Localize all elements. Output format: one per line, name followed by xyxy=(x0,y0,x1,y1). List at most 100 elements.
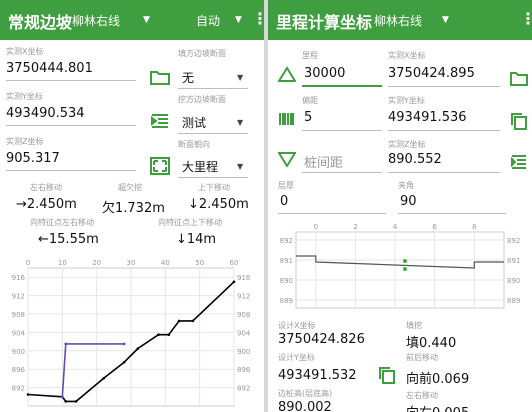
series-point xyxy=(122,342,126,346)
y-tick-label-right: 892 xyxy=(237,385,250,393)
dx-value: 3750424.826 xyxy=(278,332,365,347)
copy-icon[interactable] xyxy=(378,366,396,384)
offset-input[interactable]: 5 xyxy=(304,110,312,125)
y-tick-label-left: 900 xyxy=(12,348,25,356)
cut-section-label: 挖方边坡断面 xyxy=(178,95,226,104)
move-label: 前后移动 xyxy=(406,353,438,362)
my-value: 493491.536 xyxy=(388,110,467,125)
ud-move-label: 上下移动 xyxy=(198,183,230,192)
x-tick-label: 60 xyxy=(230,259,239,267)
list-indent-icon[interactable] xyxy=(150,113,170,129)
more-menu-icon[interactable]: ⋮ xyxy=(520,9,532,28)
overcut-value: 欠1.732m xyxy=(102,201,165,216)
layer-label: 层厚 xyxy=(278,181,294,190)
fill-section-select[interactable]: 无 xyxy=(182,69,194,86)
y-tick-label-right: 890 xyxy=(507,277,520,285)
y-tick-label-left: 892 xyxy=(12,385,25,393)
y-tick-label-left: 908 xyxy=(12,311,25,319)
edge-label: 边桩高(层底高) xyxy=(278,389,333,398)
z-input[interactable]: 905.317 xyxy=(6,151,60,166)
series-line-1 xyxy=(296,255,504,269)
x-tick-label: 40 xyxy=(161,259,170,267)
x-tick-label: 0 xyxy=(314,223,318,231)
route-dropdown-icon[interactable]: ▼ xyxy=(442,15,449,25)
x-underline xyxy=(6,80,136,81)
chainage-panel: 里程计算坐标 柳林右线 ▼ ⋮ 里程 30000 偏距 5 桩间距 实测X坐标 … xyxy=(268,0,532,412)
dy-label: 设计Y坐标 xyxy=(278,353,315,362)
copy-icon[interactable] xyxy=(510,112,528,130)
series-point xyxy=(191,319,195,323)
section-chart-svg: 0 2 4 6 8 892 892 891 891 890 890 889 889 xyxy=(280,223,520,309)
mode-dropdown-icon[interactable]: ▼ xyxy=(235,15,242,25)
direction-select[interactable]: 大里程 xyxy=(182,158,218,175)
y-tick-label-right: 892 xyxy=(507,237,520,245)
mz-value: 890.552 xyxy=(388,152,442,167)
slope-chart: 0 10 20 30 40 50 60 916 916 912 912 908 908 904 904 900… xyxy=(0,258,264,412)
chainage-input[interactable]: 30000 xyxy=(304,66,345,81)
chainage-underline xyxy=(302,85,382,87)
x-tick-label: 50 xyxy=(195,259,204,267)
fill-section-label: 填方边坡断面 xyxy=(178,49,226,58)
list-indent-icon[interactable] xyxy=(510,154,528,170)
layer-input[interactable]: 0 xyxy=(280,194,288,209)
triangle-down-icon[interactable] xyxy=(278,151,296,167)
mode-select[interactable]: 自动 xyxy=(196,12,220,29)
z-label: 实测Z坐标 xyxy=(6,137,44,146)
angle-underline xyxy=(398,213,506,214)
y-tick-label-left: 889 xyxy=(280,297,293,305)
x-tick-label: 0 xyxy=(26,259,30,267)
route-dropdown-icon[interactable]: ▼ xyxy=(143,15,150,25)
measured-point xyxy=(402,259,407,263)
pile-spacing-input[interactable]: 桩间距 xyxy=(304,152,343,171)
z-underline xyxy=(6,170,136,171)
cut-section-dropdown-icon[interactable]: ▼ xyxy=(237,118,243,127)
direction-label: 断面朝向 xyxy=(178,140,210,149)
feature-ud-value: ↓14m xyxy=(176,232,217,247)
series-point xyxy=(136,347,140,350)
y-tick-label-left: 891 xyxy=(280,257,293,265)
fill-section-dropdown-icon[interactable]: ▼ xyxy=(237,73,243,82)
measured-point xyxy=(402,267,407,271)
y-tick-label-left: 890 xyxy=(280,277,293,285)
y-label: 实测Y坐标 xyxy=(6,92,43,101)
series-point xyxy=(64,342,68,346)
angle-input[interactable]: 90 xyxy=(400,194,417,209)
triangle-up-icon[interactable] xyxy=(278,66,296,82)
move-value: 向前0.069 xyxy=(406,372,470,387)
plot-frame xyxy=(295,231,505,309)
cut-section-select[interactable]: 测试 xyxy=(182,114,206,131)
direction-dropdown-icon[interactable]: ▼ xyxy=(237,162,243,171)
route-select[interactable]: 柳林右线 xyxy=(374,12,422,29)
mx-value: 3750424.895 xyxy=(388,66,475,81)
mz-label: 实测Z坐标 xyxy=(388,140,426,149)
fullscreen-icon[interactable] xyxy=(150,157,170,175)
dy-value: 493491.532 xyxy=(278,368,357,383)
x-tick-label: 20 xyxy=(92,259,101,267)
more-menu-icon[interactable]: ⋮ xyxy=(252,9,264,28)
folder-icon[interactable] xyxy=(510,70,528,86)
section-chart: 0 2 4 6 8 892 892 891 891 890 890 889 889 xyxy=(268,222,532,318)
route-select[interactable]: 柳林右线 xyxy=(72,12,120,29)
x-tick-label: 8 xyxy=(472,223,476,231)
page-title: 里程计算坐标 xyxy=(276,13,373,32)
ud-move-value: ↓2.450m xyxy=(188,197,249,212)
y-input[interactable]: 493490.534 xyxy=(6,106,85,121)
direction-underline xyxy=(178,177,248,178)
folder-icon[interactable] xyxy=(150,69,170,85)
layer-underline xyxy=(278,213,386,214)
y-tick-label-left: 904 xyxy=(12,329,26,337)
x-input[interactable]: 3750444.801 xyxy=(6,61,93,76)
y-tick-label-right: 900 xyxy=(237,348,250,356)
y-tick-label-left: 896 xyxy=(12,366,26,374)
series-point xyxy=(26,393,30,396)
mx-label: 实测X坐标 xyxy=(388,51,426,60)
fillcut-value: 填0.440 xyxy=(406,336,457,351)
page-title: 常规边坡 xyxy=(8,13,73,32)
overcut-label: 超欠挖 xyxy=(118,183,142,192)
feature-lr-label: 向特征点左右移动 xyxy=(30,218,94,227)
y-tick-label-right: 904 xyxy=(237,329,251,337)
cut-section-underline xyxy=(178,133,248,134)
mx-underline xyxy=(388,86,500,87)
y-tick-label-right: 912 xyxy=(237,293,250,301)
barcode-icon[interactable] xyxy=(278,111,296,127)
